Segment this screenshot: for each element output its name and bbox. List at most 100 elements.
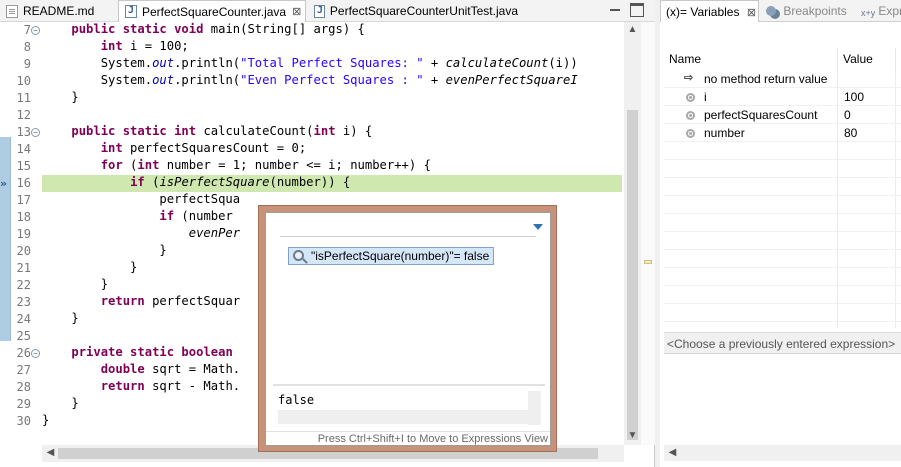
search-icon	[293, 250, 304, 261]
sash-divider[interactable]	[273, 384, 545, 386]
code-line[interactable]: System.out.println("Even Perfect Squares…	[42, 73, 622, 90]
code-line[interactable]	[42, 107, 622, 124]
column-header-name[interactable]: Name	[664, 48, 838, 70]
detail-horizontal-scrollbar[interactable]	[278, 410, 528, 424]
side-tab-bar: (x)= Variables ⊠ Breakpoints x+y Expre	[660, 0, 901, 22]
code-token: }	[42, 243, 167, 257]
expression-hover-popup: "isPerfectSquare(number)"= false false P…	[258, 205, 557, 452]
column-header-value[interactable]: Value	[838, 48, 896, 70]
code-token: (number)) {	[269, 175, 351, 189]
variable-row[interactable]: number 80	[664, 124, 901, 142]
code-token: i = 100;	[122, 39, 189, 53]
empty-row	[664, 214, 901, 232]
tab-readme[interactable]: README.md	[0, 0, 118, 22]
code-token: +	[423, 73, 446, 87]
code-token: "Total Perfect Squares: "	[240, 56, 424, 70]
empty-row	[664, 142, 901, 160]
tab-perfect-square-counter-unit-test[interactable]: PerfectSquareCounterUnitTest.java	[308, 0, 518, 22]
tab-expressions[interactable]: x+y Expre	[856, 0, 901, 22]
scroll-up-icon[interactable]: ▲	[624, 24, 641, 35]
close-icon[interactable]: ⊠	[747, 7, 756, 19]
code-token: "Even Perfect Squares : "	[240, 73, 424, 87]
tab-variables[interactable]: (x)= Variables ⊠	[660, 0, 759, 22]
overview-ruler	[641, 22, 655, 445]
code-token: System.	[42, 56, 153, 70]
value-detail[interactable]: false	[278, 393, 314, 407]
expression-input[interactable]: <Choose a previously entered expression>	[664, 332, 901, 354]
code-line[interactable]: public static int calculateCount(int i) …	[42, 124, 622, 141]
code-token: (i))	[548, 56, 578, 70]
code-token: perfectSquar	[144, 294, 241, 308]
code-token: for	[100, 158, 123, 172]
code-token: isPerfectSquare	[159, 175, 270, 189]
tab-label: PerfectSquareCounter.java	[142, 4, 287, 19]
code-line[interactable]: int perfectSquaresCount = 0;	[42, 141, 622, 158]
code-token: out	[152, 73, 175, 87]
code-token: (	[144, 175, 160, 189]
fold-toggle-icon[interactable]: −	[31, 26, 40, 35]
scroll-left-icon[interactable]: ◀	[42, 447, 59, 458]
code-line[interactable]: int i = 100;	[42, 39, 622, 56]
code-token: return	[100, 294, 145, 308]
fold-toggle-icon[interactable]: −	[31, 349, 40, 358]
maximize-icon[interactable]	[630, 3, 644, 17]
detail-vertical-scrollbar[interactable]	[528, 391, 541, 425]
return-icon: ⇨	[684, 72, 694, 84]
variable-name: i	[704, 90, 707, 104]
line-number: 24	[16, 312, 31, 326]
code-line[interactable]: }	[42, 90, 622, 107]
horizontal-scrollbar[interactable]: ◀	[664, 445, 901, 461]
current-line[interactable]: if (isPerfectSquare(number)) {	[42, 175, 622, 192]
chevron-down-icon[interactable]	[533, 224, 543, 230]
variable-value: 100	[844, 90, 865, 104]
expression-tree-item[interactable]: "isPerfectSquare(number)"= false	[288, 247, 495, 265]
fold-toggle-icon[interactable]: −	[31, 128, 40, 137]
variable-value: 80	[844, 126, 858, 140]
scroll-down-icon[interactable]: ▼	[624, 430, 641, 441]
empty-row	[664, 160, 901, 178]
vertical-scrollbar[interactable]: ▲ ▼	[624, 22, 641, 445]
code-token: number = 1; number <= i; number++) {	[159, 158, 431, 172]
code-token: }	[42, 277, 109, 291]
line-number: 18	[16, 210, 31, 224]
variable-name: no method return value	[704, 72, 828, 86]
scroll-thumb[interactable]	[627, 110, 638, 440]
code-token: }	[42, 413, 50, 427]
java-file-icon	[314, 4, 325, 18]
tab-breakpoints[interactable]: Breakpoints	[761, 0, 855, 22]
line-number: 20	[16, 244, 31, 258]
line-number: 22	[16, 278, 31, 292]
variables-view: (x)= Variables ⊠ Breakpoints x+y Expre N…	[660, 0, 901, 467]
code-token: .println(	[174, 56, 241, 70]
line-number: 15	[16, 159, 31, 173]
code-token: double	[100, 362, 145, 376]
variable-row[interactable]: ⇨ no method return value	[664, 70, 901, 88]
variable-row[interactable]: perfectSquaresCount 0	[664, 106, 901, 124]
variable-row[interactable]: i 100	[664, 88, 901, 106]
minimize-icon[interactable]	[608, 3, 622, 17]
tab-label: PerfectSquareCounterUnitTest.java	[329, 4, 518, 18]
code-token: evenPerfectSquareI	[445, 73, 578, 87]
code-token: }	[42, 311, 79, 325]
tab-perfect-square-counter[interactable]: PerfectSquareCounter.java ⊠	[118, 0, 306, 22]
code-token: return	[100, 379, 145, 393]
line-number: 27	[16, 363, 31, 377]
code-token: public static int	[71, 124, 197, 138]
breakpoint-icon	[766, 6, 776, 16]
code-line[interactable]: public static void main(String[] args) {	[42, 22, 622, 39]
close-icon[interactable]: ⊠	[292, 5, 301, 18]
empty-row	[664, 286, 901, 304]
warning-marker[interactable]	[644, 260, 652, 264]
line-number: 7	[23, 23, 31, 37]
line-number: 30	[16, 414, 31, 428]
empty-row	[664, 268, 901, 286]
code-token: sqrt - Math.	[144, 379, 241, 393]
code-line[interactable]: for (int number = 1; number <= i; number…	[42, 158, 622, 175]
code-line[interactable]: System.out.println("Total Perfect Square…	[42, 56, 622, 73]
scroll-left-icon[interactable]: ◀	[664, 447, 681, 458]
